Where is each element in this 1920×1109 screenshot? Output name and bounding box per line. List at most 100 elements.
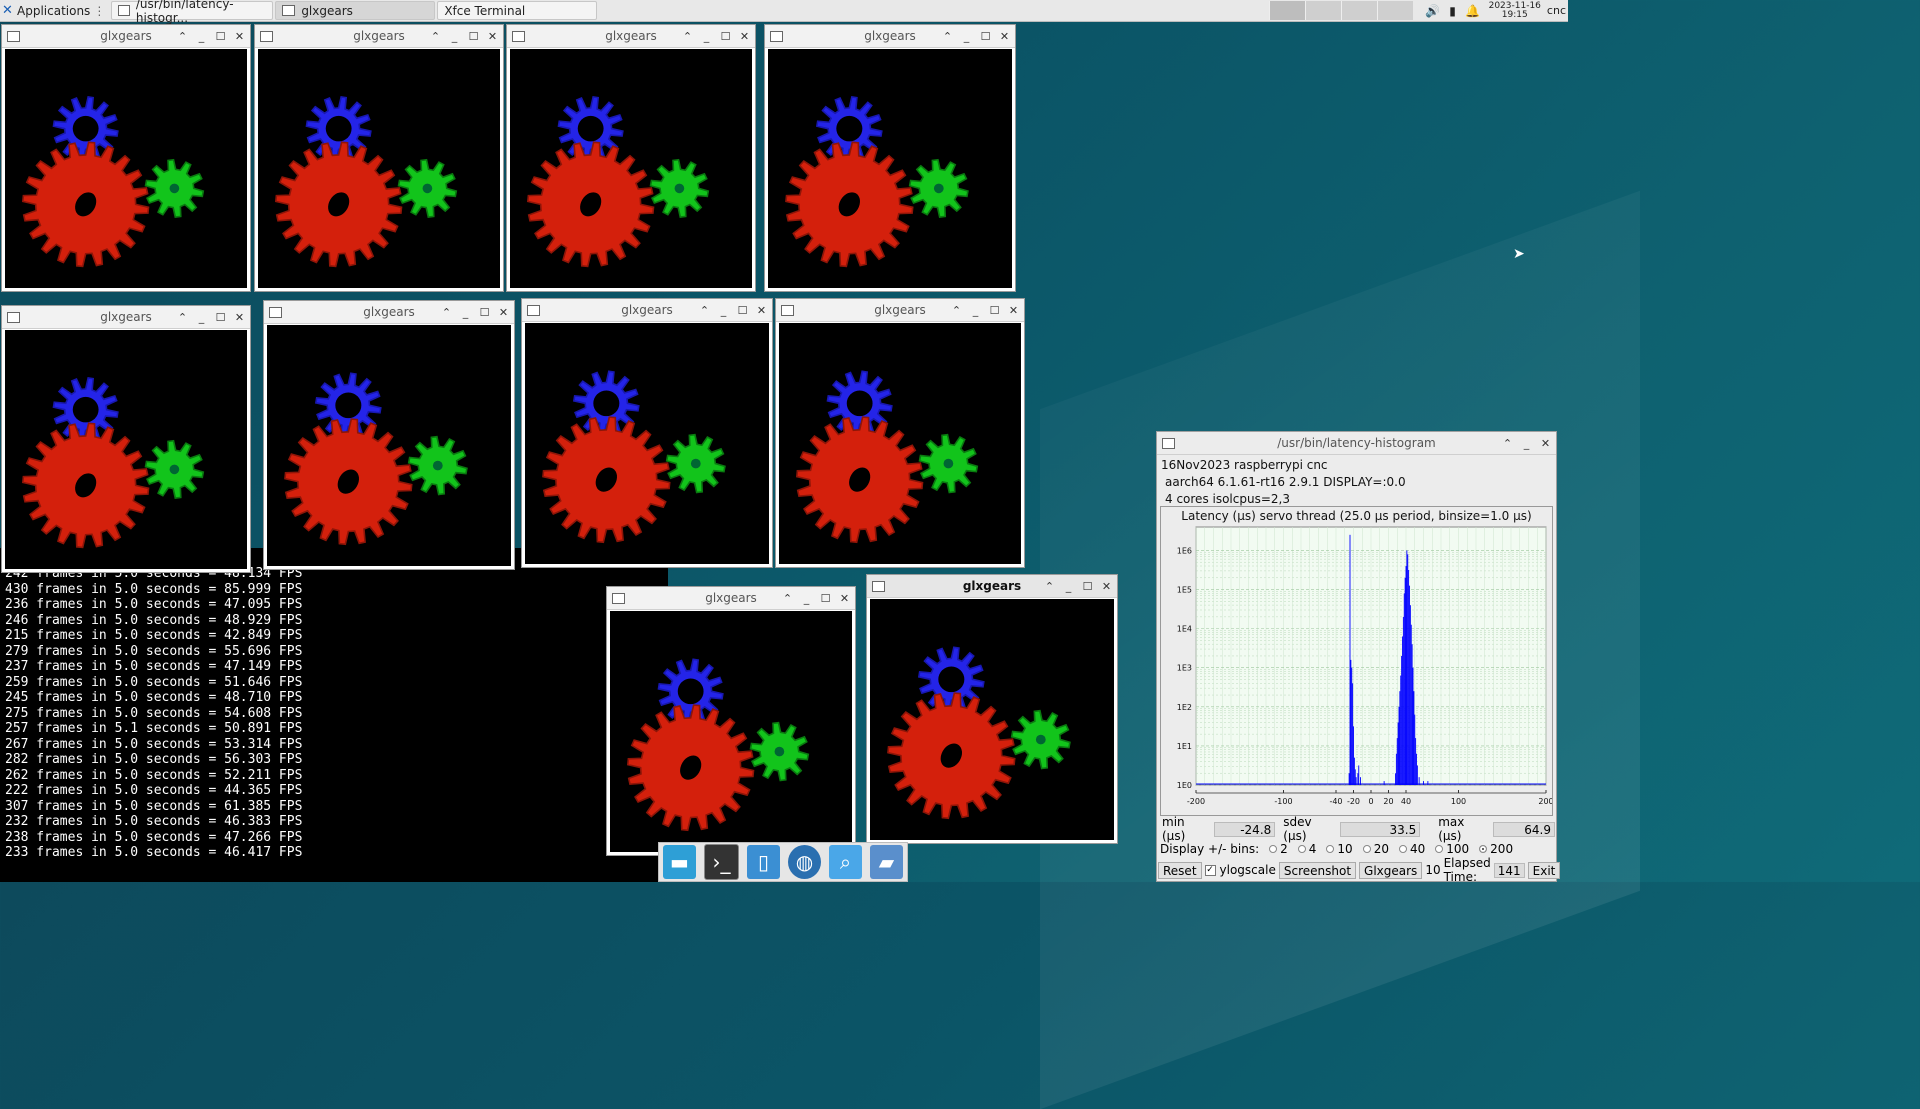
reset-button[interactable]: Reset (1158, 861, 1202, 879)
window-titlebar[interactable]: glxgears ⌃ _ ☐ ✕ (776, 299, 1024, 322)
volume-icon[interactable]: 🔊 (1423, 4, 1443, 18)
web-browser-icon[interactable]: ◍ (788, 845, 821, 879)
shade-button[interactable]: ⌃ (440, 306, 453, 319)
close-button[interactable]: ✕ (738, 30, 751, 43)
window-titlebar[interactable]: glxgears ⌃ _ ☐ ✕ (2, 25, 250, 48)
shade-button[interactable]: ⌃ (1501, 437, 1514, 450)
close-button[interactable]: ✕ (998, 30, 1011, 43)
shade-button[interactable]: ⌃ (781, 592, 794, 605)
shade-button[interactable]: ⌃ (176, 311, 189, 324)
shade-button[interactable]: ⌃ (681, 30, 694, 43)
minimize-button[interactable]: _ (960, 30, 973, 43)
window-titlebar[interactable]: glxgears ⌃ _ ☐ ✕ (867, 575, 1117, 598)
histogram-bar (1398, 706, 1400, 785)
terminal-line: 232 frames in 5.0 seconds = 46.383 FPS (5, 814, 303, 829)
bins-radio-200[interactable]: 200 (1479, 842, 1513, 856)
minimize-button[interactable]: _ (459, 306, 472, 319)
workspace-4[interactable] (1376, 1, 1413, 20)
exit-button[interactable]: Exit (1527, 861, 1561, 879)
window-titlebar[interactable]: glxgears ⌃ _ ☐ ✕ (507, 25, 755, 48)
workspace-1[interactable] (1268, 1, 1305, 20)
workspace-3[interactable] (1340, 1, 1377, 20)
window-titlebar[interactable]: glxgears ⌃ _ ☐ ✕ (264, 301, 514, 324)
maximize-button[interactable]: ☐ (214, 311, 227, 324)
maximize-button[interactable]: ☐ (736, 304, 749, 317)
folder-icon[interactable]: ▰ (870, 845, 903, 879)
maximize-button[interactable]: ☐ (819, 592, 832, 605)
window-titlebar[interactable]: /usr/bin/latency-histogram ⌃ _ ✕ (1157, 432, 1556, 455)
file-manager-launcher-icon[interactable]: ▯ (747, 845, 780, 879)
clock[interactable]: 2023-11-16 19:15 (1483, 1, 1547, 20)
task-latency-histogram[interactable]: /usr/bin/latency-histogr... (111, 0, 274, 25)
maximize-button[interactable]: ☐ (979, 30, 992, 43)
maximize-button[interactable]: ☐ (478, 306, 491, 319)
minimize-button[interactable]: _ (195, 311, 208, 324)
window-titlebar[interactable]: glxgears ⌃ _ ☐ ✕ (607, 587, 855, 610)
histogram-bar (1395, 753, 1397, 785)
ylogscale-checkbox[interactable]: ✓ ylogscale (1204, 863, 1276, 877)
task-label: glxgears (301, 3, 353, 18)
close-button[interactable]: ✕ (838, 592, 851, 605)
task-xfce-terminal[interactable]: Xfce Terminal (0, 1, 598, 568)
maximize-button[interactable]: ☐ (719, 30, 732, 43)
task-glxgears[interactable]: glxgears (275, 1, 436, 20)
minimize-button[interactable]: _ (969, 304, 982, 317)
minimize-button[interactable]: _ (1062, 580, 1075, 593)
close-button[interactable]: ✕ (233, 30, 246, 43)
gears-render (267, 325, 511, 566)
window-titlebar[interactable]: glxgears ⌃ _ ☐ ✕ (2, 306, 250, 329)
screenshot-button[interactable]: Screenshot (1278, 861, 1357, 879)
battery-icon[interactable]: ▮ (1443, 4, 1463, 18)
workspace-2[interactable] (1304, 1, 1341, 20)
window-titlebar[interactable]: glxgears ⌃ _ ☐ ✕ (522, 299, 772, 322)
histogram-bar (1354, 769, 1356, 785)
close-button[interactable]: ✕ (755, 304, 768, 317)
window-titlebar[interactable]: glxgears ⌃ _ ☐ ✕ (765, 25, 1015, 48)
user-menu[interactable]: cnc (1547, 4, 1568, 17)
glxgears-button[interactable]: Glxgears (1359, 861, 1423, 879)
bins-radio-100[interactable]: 100 (1435, 842, 1469, 856)
bins-radio-2[interactable]: 2 (1269, 842, 1288, 856)
maximize-button[interactable]: ☐ (467, 30, 480, 43)
notification-bell-icon[interactable]: 🔔 (1463, 4, 1483, 18)
minimize-button[interactable]: _ (700, 30, 713, 43)
applications-menu[interactable]: ✕ Applications ⋮ (0, 0, 109, 21)
radio-label: 100 (1446, 842, 1470, 856)
terminal-launcher-icon[interactable]: ›_ (704, 844, 739, 880)
maximize-button[interactable]: ☐ (1081, 580, 1094, 593)
maximize-button[interactable]: ☐ (988, 304, 1001, 317)
show-desktop-icon[interactable]: ▬ (663, 845, 696, 879)
minimize-button[interactable]: _ (448, 30, 461, 43)
shade-button[interactable]: ⌃ (1043, 580, 1056, 593)
close-button[interactable]: ✕ (497, 306, 510, 319)
bins-radio-10[interactable]: 10 (1326, 842, 1353, 856)
close-button[interactable]: ✕ (1007, 304, 1020, 317)
shade-button[interactable]: ⌃ (698, 304, 711, 317)
system-info: 16Nov2023 raspberrypi cnc aarch64 6.1.61… (1157, 455, 1556, 510)
window-icon (781, 304, 794, 316)
close-button[interactable]: ✕ (1539, 437, 1552, 450)
close-button[interactable]: ✕ (233, 311, 246, 324)
minimize-button[interactable]: _ (1520, 437, 1533, 450)
bins-radio-20[interactable]: 20 (1362, 842, 1389, 856)
histogram-bar (1353, 757, 1355, 785)
minimize-button[interactable]: _ (195, 30, 208, 43)
close-button[interactable]: ✕ (1100, 580, 1113, 593)
shade-button[interactable]: ⌃ (941, 30, 954, 43)
bins-radio-4[interactable]: 4 (1297, 842, 1316, 856)
terminal-output[interactable]: 242 frames in 5.0 seconds = 48.134 FPS 43… (0, 548, 668, 882)
shade-button[interactable]: ⌃ (176, 30, 189, 43)
x-tick-label: -20 (1347, 797, 1360, 806)
shade-button[interactable]: ⌃ (950, 304, 963, 317)
search-icon[interactable]: ⌕ (829, 845, 862, 879)
ylogscale-label: ylogscale (1219, 863, 1276, 877)
bins-radio-40[interactable]: 40 (1398, 842, 1425, 856)
close-button[interactable]: ✕ (486, 30, 499, 43)
x-tick-label: 40 (1401, 797, 1411, 806)
shade-button[interactable]: ⌃ (429, 30, 442, 43)
minimize-button[interactable]: _ (800, 592, 813, 605)
maximize-button[interactable]: ☐ (214, 30, 227, 43)
minimize-button[interactable]: _ (717, 304, 730, 317)
histogram-bar (1415, 738, 1417, 785)
window-titlebar[interactable]: glxgears ⌃ _ ☐ ✕ (255, 25, 503, 48)
